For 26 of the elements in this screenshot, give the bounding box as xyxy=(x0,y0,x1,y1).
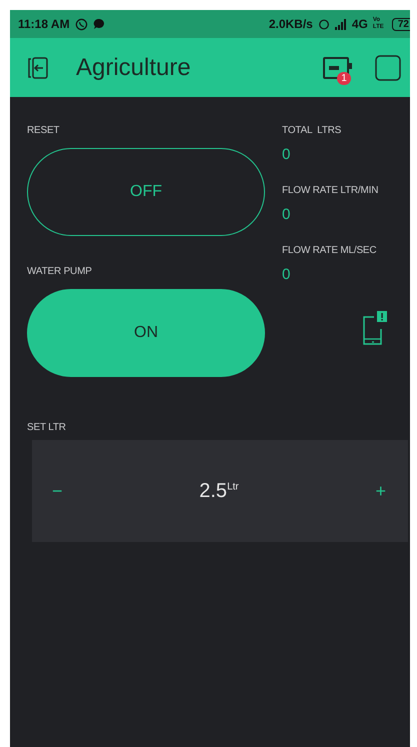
project-title: Agriculture xyxy=(76,54,192,82)
notification-badge: 1 xyxy=(337,72,351,84)
button-label: RESET xyxy=(27,125,60,136)
square-icon[interactable] xyxy=(375,54,401,80)
phone-alert-icon[interactable] xyxy=(362,311,388,345)
toggle-button[interactable]: OFF xyxy=(27,148,265,236)
stepper-value: 2.5$^{Ltr}$ xyxy=(199,480,239,502)
network-type: 4G xyxy=(352,17,368,31)
display-value: 0 xyxy=(282,206,292,223)
display-label: TOTAL LTRS xyxy=(282,125,342,136)
toggle-button[interactable]: ON xyxy=(27,289,265,377)
display-value: 0 xyxy=(282,146,292,163)
chat-bubble-icon xyxy=(92,18,105,30)
status-time: 11:18 AM xyxy=(18,17,70,31)
button-label: WATER PUMP xyxy=(27,266,93,277)
decrement-button[interactable]: − xyxy=(48,480,67,502)
display-label: FLOW RATE ML/SEC xyxy=(282,245,378,256)
phone-chat-icon xyxy=(74,18,88,30)
signal-icon xyxy=(334,18,347,30)
exit-icon[interactable] xyxy=(26,56,50,80)
network-speed: 2.0KB/s xyxy=(268,17,313,31)
display-value: 0 xyxy=(282,266,292,283)
battery-level: 72 xyxy=(392,18,410,30)
display-label: FLOW RATE LTR/MIN xyxy=(282,185,380,196)
stepper-label: SET LTR xyxy=(27,422,66,433)
increment-button[interactable]: + xyxy=(371,480,390,502)
